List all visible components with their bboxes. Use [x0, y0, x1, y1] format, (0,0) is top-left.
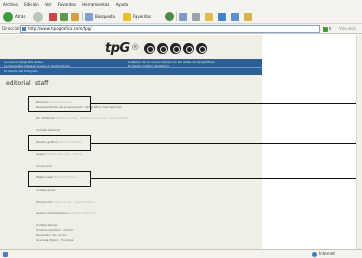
logo-circle-icon — [156, 42, 168, 54]
site-nav: La nueva tipografía árabe La tipografía … — [0, 59, 262, 75]
home-icon — [71, 12, 79, 21]
menu-tools[interactable]: Herramientas — [82, 2, 109, 7]
staff-row: Dir. Editorial Marta Almeida · Fernando … — [36, 116, 128, 120]
favorites-label: Favoritos — [133, 14, 152, 19]
section-heading: editorial — [6, 80, 31, 87]
extra-button[interactable] — [244, 11, 252, 22]
stop-button[interactable] — [49, 11, 57, 22]
messenger-button[interactable] — [218, 11, 226, 22]
toolbar-divider — [176, 12, 177, 21]
forward-button[interactable] — [33, 11, 43, 22]
folder-icon — [205, 12, 213, 21]
status-page-icon — [3, 252, 8, 257]
menu-help[interactable]: Ayuda — [116, 2, 128, 7]
go-label: Ir — [329, 26, 332, 31]
logo-circle-icon — [195, 42, 207, 54]
menu-bar: Archivo Edición Ver Favoritos Herramient… — [0, 0, 362, 9]
staff-row: Corrección — [36, 164, 52, 168]
staff-row: Colaboradores — [36, 223, 58, 227]
favorites-button[interactable]: Favoritos — [123, 11, 151, 22]
back-arrow-icon — [3, 11, 13, 22]
go-arrow-icon — [323, 26, 328, 32]
back-label: Atrás — [15, 14, 26, 19]
search-icon — [85, 12, 93, 21]
folder-button[interactable] — [205, 11, 213, 22]
go-button[interactable]: Ir — [323, 25, 335, 33]
menu-file[interactable]: Archivo — [3, 2, 18, 7]
staff-row: Colaboración — [36, 188, 56, 192]
history-icon — [165, 12, 174, 21]
staff-row: Comité editorial — [36, 128, 60, 132]
pointer-line — [91, 103, 356, 104]
staff-row: Diseñador de correo — [36, 233, 67, 237]
address-label: Dirección — [2, 26, 21, 31]
search-button[interactable]: Búsqueda — [85, 11, 115, 22]
mail-icon — [179, 12, 187, 21]
mail-button[interactable] — [179, 11, 187, 22]
staff-row: Cristina Cardozo · Ferrari — [36, 228, 74, 232]
extra-icon — [244, 12, 252, 21]
staff-row: Asesor administrativo Graciela Marzano — [36, 211, 96, 215]
nav-divider — [0, 67, 262, 68]
menu-view[interactable]: Ver — [45, 2, 52, 7]
staff-row: Asesor Martín Sánchez · Zalba — [36, 152, 82, 156]
window-button[interactable] — [231, 11, 239, 22]
pointer-line — [91, 178, 356, 179]
address-input[interactable]: http://www.tipografica.com/tpg/ — [20, 25, 320, 33]
highlight-box — [28, 171, 91, 187]
logo-text: tpG — [105, 40, 130, 56]
highlight-box — [28, 135, 91, 151]
security-zone: Internet — [312, 250, 335, 258]
print-icon — [192, 12, 200, 21]
zone-label: Internet — [319, 251, 335, 256]
staff-row: Producción Diego Rojas · Silvia Fontana — [36, 200, 96, 204]
subsection-heading: staff — [35, 80, 49, 87]
stop-icon — [49, 12, 57, 21]
messenger-icon — [218, 12, 226, 21]
toolbar-divider — [82, 12, 83, 21]
refresh-button[interactable] — [60, 11, 68, 22]
print-button[interactable] — [192, 11, 200, 22]
nav-link[interactable]: El diseño del fotógrafo — [4, 69, 38, 73]
menu-favorites[interactable]: Favoritos — [58, 2, 76, 7]
site-logo[interactable]: tpG ® — [105, 39, 207, 57]
refresh-icon — [60, 12, 68, 21]
right-blank-area — [262, 35, 362, 249]
window-icon — [231, 12, 239, 21]
address-bar-row: Dirección http://www.tipografica.com/tpg… — [0, 24, 362, 34]
globe-icon — [312, 251, 317, 257]
page-viewport: tpG ® La nueva tipografía árabe La tipog… — [0, 35, 362, 249]
star-icon — [123, 12, 131, 21]
forward-arrow-icon — [33, 11, 43, 22]
logo-mark: ® — [130, 43, 140, 53]
highlight-box — [28, 96, 91, 112]
back-button[interactable]: Atrás — [3, 11, 25, 22]
address-url: http://www.tipografica.com/tpg/ — [28, 26, 92, 31]
toolbar: Atrás Búsqueda Favoritos — [0, 9, 362, 24]
vertical-scrollbar[interactable] — [356, 35, 362, 249]
page-icon — [22, 27, 26, 31]
logo-circle-icon — [182, 42, 194, 54]
pointer-line — [91, 143, 356, 144]
menu-edit[interactable]: Edición — [24, 2, 38, 7]
home-button[interactable] — [71, 11, 79, 22]
logo-circle-icon — [143, 42, 155, 54]
history-button[interactable] — [165, 11, 174, 22]
links-label[interactable]: Vínculos — [339, 24, 356, 34]
staff-row: Graciela Marzo · Fontana — [36, 238, 74, 242]
search-label: Búsqueda — [95, 14, 115, 19]
logo-circle-icon — [169, 42, 181, 54]
status-bar: Internet — [0, 249, 362, 258]
